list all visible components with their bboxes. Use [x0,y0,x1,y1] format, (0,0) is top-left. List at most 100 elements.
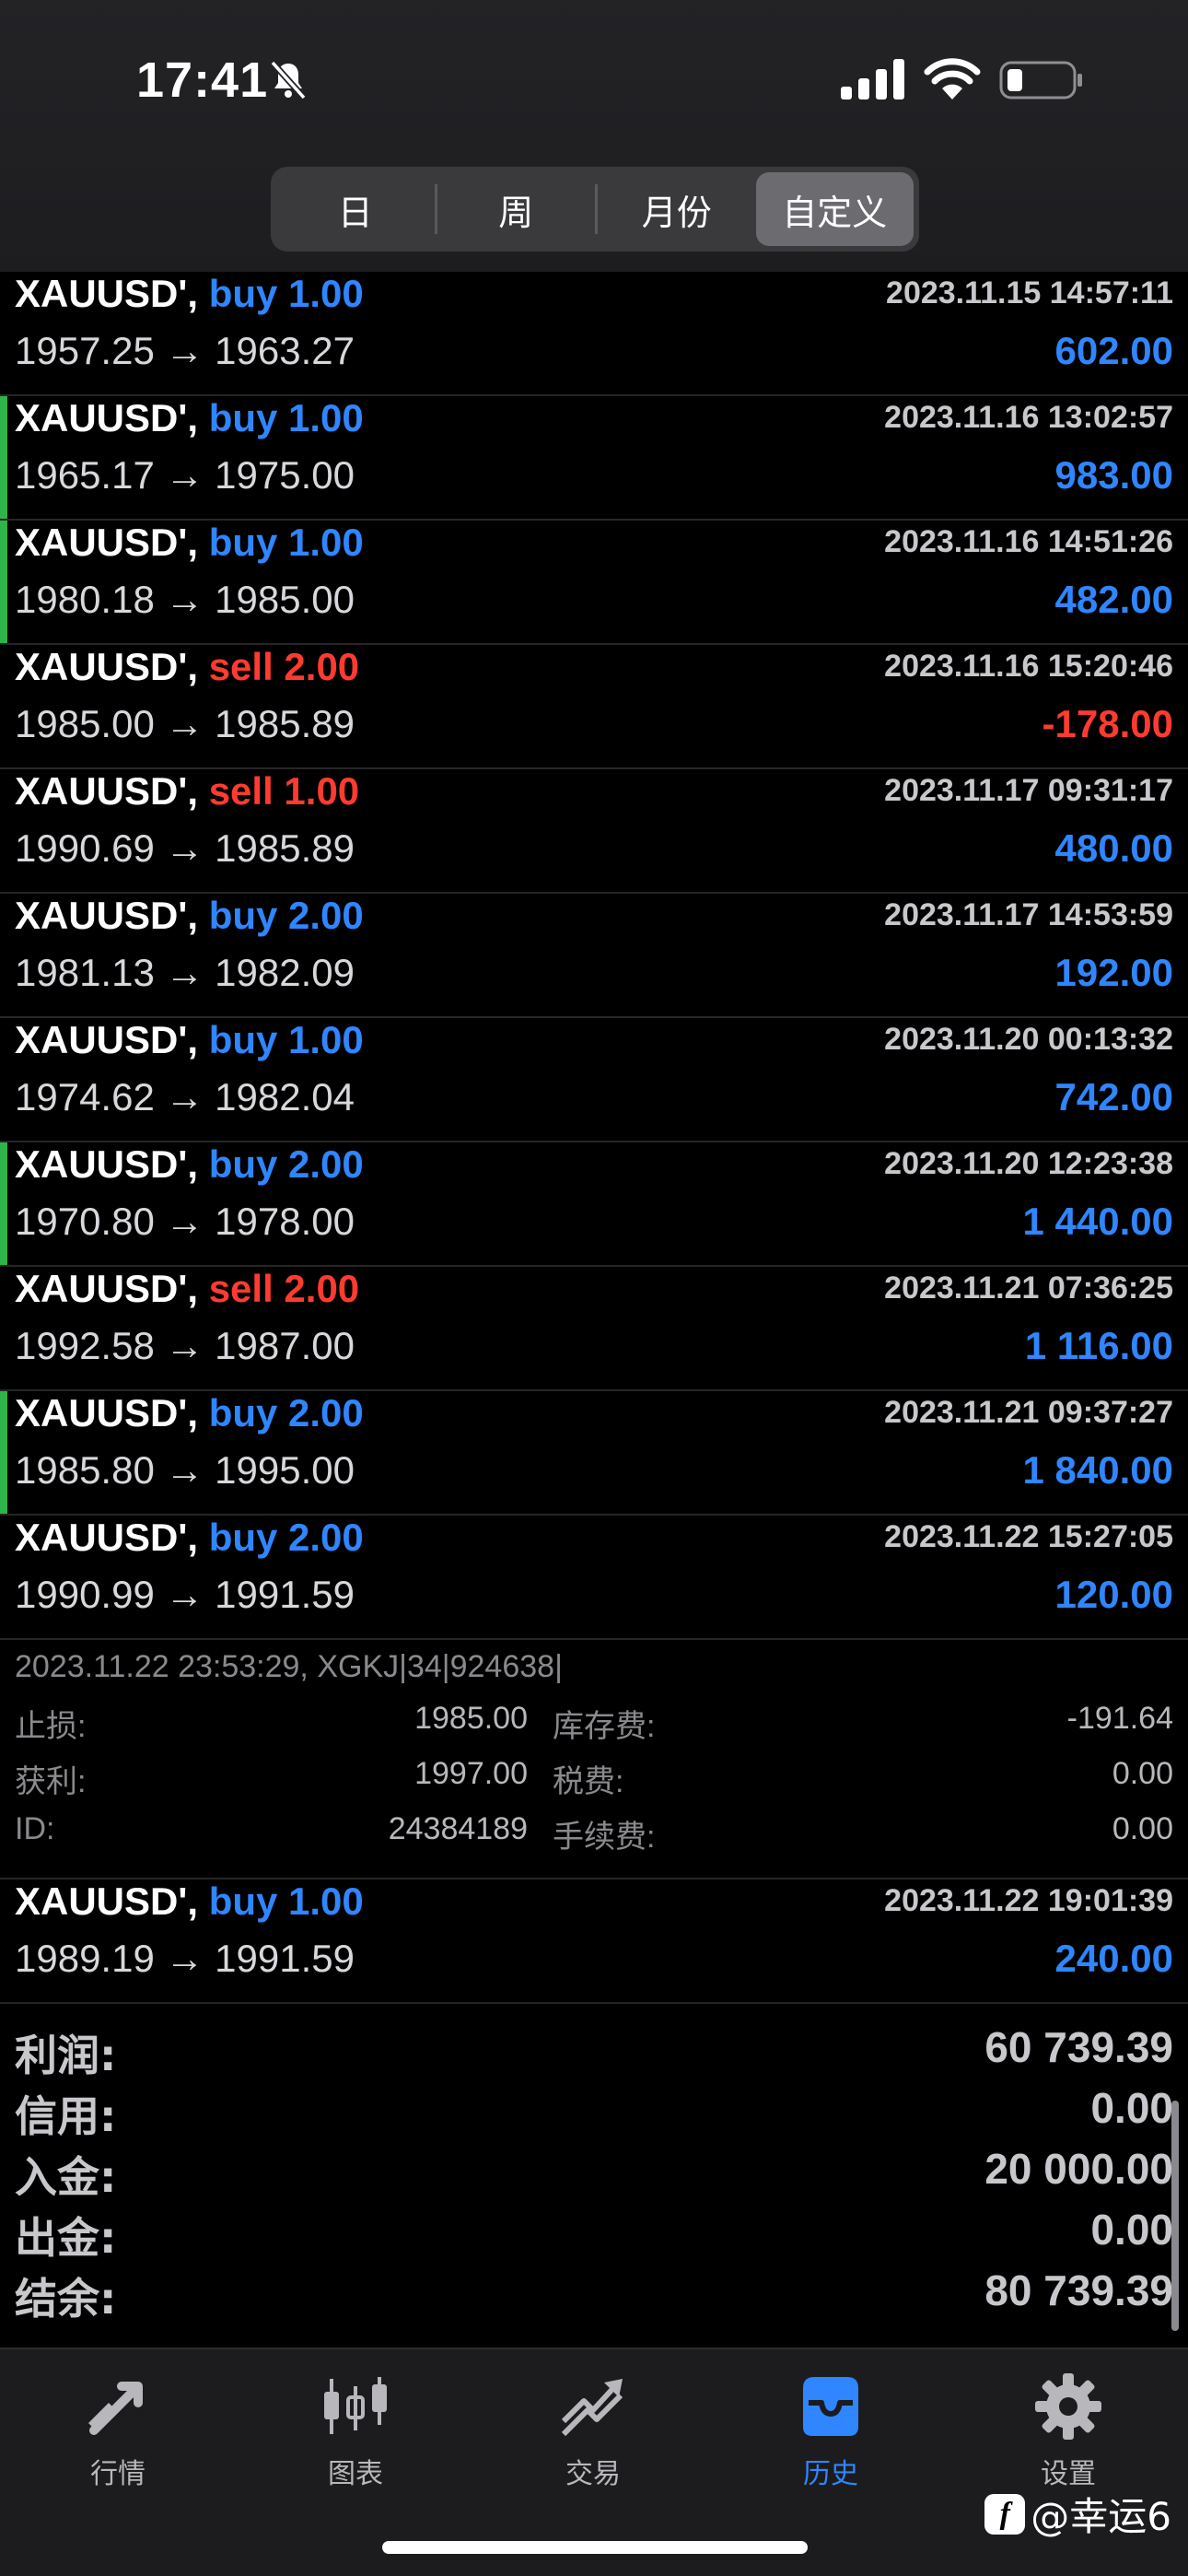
trade-header: XAUUSD', sell 1.00 [15,769,359,814]
details-value: 24384189 [388,1811,528,1846]
tab-history[interactable]: 历史 [739,2370,923,2491]
trade-prices: 1965.17 → 1975.00 [15,453,355,497]
trade-side: buy [208,272,278,315]
tab-chart[interactable]: 图表 [263,2370,448,2491]
segment-week[interactable]: 周 [437,172,596,246]
trade-row[interactable]: XAUUSD', buy 2.00 2023.11.20 12:23:38 1970… [0,1142,1188,1267]
details-value: 0.00 [1112,1811,1173,1846]
quotes-arrows-icon [88,2382,143,2435]
segment-custom[interactable]: 自定义 [755,172,914,246]
trade-volume: 2.00 [288,894,364,937]
gear-icon [1035,2373,1101,2440]
trade-volume: 1.00 [288,521,364,564]
silent-bell-icon [270,60,307,100]
trade-prices: 1981.13 → 1982.09 [15,951,355,994]
status-time: 17:41 [136,53,269,108]
tab-label: 历史 [803,2458,858,2490]
trade-row[interactable]: XAUUSD', buy 2.00 2023.11.21 09:37:27 1985… [0,1391,1188,1516]
period-segmented-control: 日 周 月份 自定义 [271,167,919,252]
trade-row[interactable]: XAUUSD', buy 1.00 2023.11.22 19:01:39 1989… [0,1879,1188,2004]
trade-symbol: XAUUSD', [15,769,199,813]
segment-month[interactable]: 月份 [598,172,756,246]
trade-row[interactable]: XAUUSD', buy 2.00 2023.11.17 14:53:59 1981… [0,894,1188,1018]
trade-row[interactable]: XAUUSD', buy 1.00 2023.11.15 14:57:11 1957… [0,272,1188,396]
account-summary: 利润: 60 739.39 信用: 0.00 入金: 20 000.00 出金: 0.00 结余… [0,2022,1188,2345]
battery-icon [999,61,1082,100]
summary-row: 利润: 60 739.39 [0,2022,1188,2083]
scrollbar[interactable] [1171,2101,1179,2331]
trade-symbol: XAUUSD', [15,1879,199,1923]
trade-volume: 2.00 [288,1516,364,1559]
details-label: ID: [15,1811,55,1846]
trade-symbol: XAUUSD', [15,1142,199,1186]
cellular-signal-icon [841,59,904,100]
trade-symbol: XAUUSD', [15,645,199,688]
summary-row: 出金: 0.00 [0,2205,1188,2266]
segment-day[interactable]: 日 [276,172,435,246]
trade-date: 2023.11.22 19:01:39 [884,1883,1173,1918]
details-label: 获利: [15,1764,87,1799]
summary-label: 利润: [15,2031,117,2080]
trade-symbol: XAUUSD', [15,1018,199,1061]
trade-profit: 1 440.00 [1022,1200,1174,1243]
trade-profit: -178.00 [1042,702,1173,745]
trade-symbol: XAUUSD', [15,894,199,937]
trade-history-list: XAUUSD', buy 1.00 2023.11.15 14:57:11 1957… [0,272,1188,2004]
trade-details: 2023.11.22 23:53:29, XGKJ|34|924638| 止损: 1… [0,1640,1188,1879]
trade-symbol: XAUUSD', [15,396,199,439]
trade-side: buy [208,521,278,564]
trade-prices: 1970.80 → 1978.00 [15,1200,355,1243]
trade-row[interactable]: XAUUSD', buy 1.00 2023.11.20 00:13:32 1974… [0,1018,1188,1142]
trade-profit: 192.00 [1054,951,1173,994]
trade-prices: 1985.00 → 1985.89 [15,702,355,745]
trade-side: buy [208,1391,278,1434]
trade-profit: 602.00 [1054,329,1173,372]
trade-volume: 1.00 [288,396,364,439]
details-row: ID: 24384189 手续费: 0.00 [0,1811,1188,1867]
trade-prices: 1974.62 → 1982.04 [15,1075,355,1118]
trade-volume: 2.00 [284,645,360,688]
trade-date: 2023.11.21 07:36:25 [884,1270,1173,1306]
watermark-logo: f [984,2493,1026,2535]
trade-date: 2023.11.20 00:13:32 [884,1022,1173,1057]
tab-trade[interactable]: 交易 [501,2370,685,2491]
tab-quotes[interactable]: 行情 [26,2370,210,2491]
trade-row[interactable]: XAUUSD', buy 2.00 2023.11.22 15:27:05 1990… [0,1516,1188,1640]
trade-row[interactable]: XAUUSD', buy 1.00 2023.11.16 14:51:26 1980… [0,521,1188,645]
trade-row[interactable]: XAUUSD', sell 2.00 2023.11.21 07:36:25 199… [0,1267,1188,1391]
trade-date: 2023.11.16 15:20:46 [884,649,1173,684]
trade-side: buy [208,1018,278,1061]
trade-date: 2023.11.16 13:02:57 [884,400,1173,435]
tab-settings[interactable]: 设置 [976,2370,1160,2491]
tab-label: 图表 [328,2458,383,2490]
trade-side: sell [208,645,274,688]
candlestick-chart-icon [324,2377,387,2434]
trade-date: 2023.11.20 12:23:38 [884,1146,1173,1181]
tab-label: 行情 [90,2458,146,2490]
trade-date: 2023.11.21 09:37:27 [884,1395,1173,1430]
summary-row: 结余: 80 739.39 [0,2266,1188,2326]
trade-side: buy [208,1516,278,1559]
trade-date: 2023.11.17 14:53:59 [884,897,1173,932]
summary-value: 60 739.39 [984,2023,1173,2071]
trade-header: XAUUSD', buy 2.00 [15,1516,364,1560]
home-indicator[interactable] [382,2541,808,2554]
trade-row[interactable]: XAUUSD', sell 1.00 2023.11.17 09:31:17 199… [0,769,1188,894]
trade-row[interactable]: XAUUSD', sell 2.00 2023.11.16 15:20:46 198… [0,645,1188,769]
details-line: 2023.11.22 23:53:29, XGKJ|34|924638| [15,1649,563,1684]
trade-prices: 1989.19 → 1991.59 [15,1937,355,1980]
trade-header: XAUUSD', buy 1.00 [15,1879,364,1924]
summary-label: 结余: [15,2274,117,2324]
trade-header: XAUUSD', sell 2.00 [15,645,359,689]
trade-side: buy [208,1142,278,1186]
trade-row[interactable]: XAUUSD', buy 1.00 2023.11.16 13:02:57 1965… [0,396,1188,521]
trade-side: sell [208,1267,274,1310]
trade-prices: 1985.80 → 1995.00 [15,1448,355,1492]
trade-side: buy [208,1879,278,1923]
trade-volume: 1.00 [288,1879,364,1923]
details-value: -191.64 [1066,1701,1173,1736]
wifi-icon [924,58,981,100]
trade-profit: 983.00 [1054,453,1173,497]
watermark: f @幸运6 [984,2486,1171,2542]
trade-header: XAUUSD', buy 2.00 [15,1391,364,1435]
